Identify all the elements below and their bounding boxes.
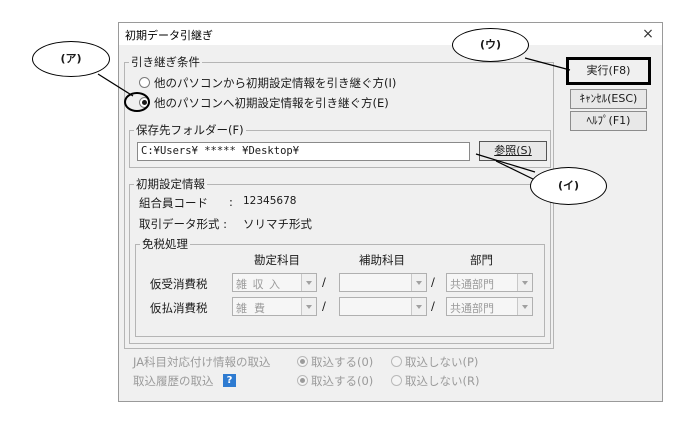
callout-i-line xyxy=(475,153,536,173)
callout-i: (イ) xyxy=(530,167,607,205)
callout-u-line xyxy=(524,57,571,71)
callout-u: (ウ) xyxy=(452,28,529,62)
callout-a-line xyxy=(97,73,134,97)
callout-a-highlight xyxy=(124,92,150,112)
callout-a: (ア) xyxy=(32,41,110,77)
